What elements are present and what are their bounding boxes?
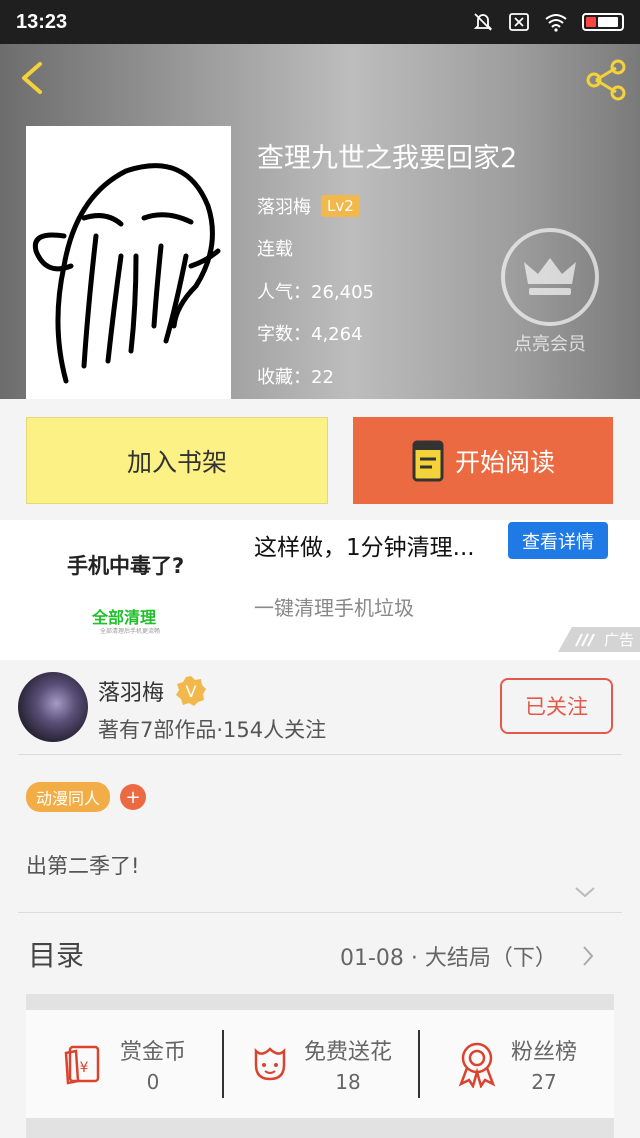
no-sim-icon [509, 13, 529, 31]
stat-label: 粉丝榜 [510, 1040, 577, 1065]
start-reading-label: 开始阅读 [454, 447, 555, 477]
author-card-name-row: 落羽梅 V [98, 674, 208, 708]
synopsis: 出第二季了! [26, 854, 140, 878]
action-bar: 加入书架 开始阅读 [0, 399, 640, 520]
book-header: 查理九世之我要回家2 落羽梅 Lv2 连载 人气：26,405 字数：4,264… [0, 44, 640, 399]
ad-thumb-tiny: 全部清理后手机更流畅 [100, 628, 161, 635]
svg-text:V: V [186, 682, 197, 701]
tag-pill[interactable]: 动漫同人 [26, 782, 111, 812]
medal-icon [458, 1042, 496, 1088]
level-badge: Lv2 [321, 195, 360, 217]
ad-thumb-title: 手机中毒了? [67, 554, 185, 578]
author-name[interactable]: 落羽梅 [257, 193, 311, 219]
author-stats: 著有7部作品·154人关注 [98, 718, 327, 742]
divider [18, 754, 622, 755]
wifi-icon [545, 14, 567, 32]
ad-title: 这样做，1分钟清理... [254, 535, 475, 561]
avatar[interactable] [18, 672, 88, 742]
stats-bar: ¥ 赏金币 0 免费送花 18 粉丝榜 27 [26, 1010, 614, 1118]
author-card-name: 落羽梅 [98, 681, 165, 706]
add-to-shelf-button[interactable]: 加入书架 [26, 417, 328, 504]
battery-icon [582, 13, 624, 31]
stat-value: 27 [531, 1070, 557, 1094]
status-icons [472, 11, 624, 33]
stat-value: 0 [146, 1070, 160, 1094]
toc-title: 目录 [28, 939, 85, 972]
book-cover[interactable] [26, 126, 231, 399]
share-icon[interactable] [582, 56, 630, 104]
word-count: 字数：4,264 [257, 324, 363, 345]
ad-tag: 广告 [558, 627, 640, 652]
mute-bell-icon [473, 13, 493, 31]
svg-text:¥: ¥ [80, 1060, 89, 1076]
serial-status: 连载 [257, 239, 293, 260]
add-tag-button[interactable]: + [120, 784, 147, 810]
author-row: 落羽梅 Lv2 [257, 193, 517, 219]
book-title: 查理九世之我要回家2 [257, 143, 518, 174]
stat-label: 免费送花 [303, 1040, 392, 1065]
stat-flowers[interactable]: 免费送花 18 [222, 1010, 418, 1118]
stat-fans[interactable]: 粉丝榜 27 [418, 1010, 614, 1118]
ad-stripes-icon [575, 633, 595, 646]
ad-tag-label: 广告 [603, 631, 634, 649]
chevron-right-icon [583, 946, 594, 966]
ad-banner[interactable]: 手机中毒了? 全部清理 全部清理后手机更流畅 这样做，1分钟清理... 查看详情… [0, 520, 640, 660]
verified-badge-icon: V [176, 676, 207, 706]
table-of-contents[interactable]: 目录 01-08 · 大结局（下） [0, 914, 640, 994]
status-time: 13:23 [16, 10, 68, 33]
status-bar: 13:23 [0, 0, 640, 44]
vip-badge[interactable]: 点亮会员 [500, 228, 600, 356]
stat-label: 赏金币 [119, 1040, 186, 1065]
book-icon [412, 440, 444, 481]
follow-button[interactable]: 已关注 [500, 678, 613, 734]
favorites: 收藏：22 [257, 366, 334, 388]
ad-description: 一键清理手机垃圾 [254, 596, 414, 620]
tag-row: 动漫同人 + [26, 782, 147, 812]
book-info: 查理九世之我要回家2 落羽梅 Lv2 连载 人气：26,405 字数：4,264… [257, 136, 517, 405]
chevron-down-icon[interactable] [574, 884, 596, 900]
stat-value: 18 [335, 1070, 361, 1094]
divider [18, 912, 622, 913]
ad-thumb-subtitle: 全部清理 [92, 608, 157, 627]
popularity: 人气：26,405 [257, 281, 374, 303]
section-separator [26, 994, 614, 1010]
ad-details-button[interactable]: 查看详情 [508, 522, 608, 559]
section-separator [26, 1118, 614, 1138]
flower-icon [254, 1047, 286, 1081]
latest-chapter[interactable]: 01-08 · 大结局（下） [340, 940, 557, 972]
author-card[interactable]: 落羽梅 V 著有7部作品·154人关注 已关注 [0, 660, 640, 755]
stat-reward[interactable]: ¥ 赏金币 0 [26, 1010, 222, 1118]
red-envelope-icon: ¥ [64, 1045, 100, 1085]
back-icon[interactable] [14, 58, 54, 98]
start-reading-button[interactable]: 开始阅读 [353, 417, 613, 504]
crown-icon [524, 258, 576, 295]
vip-label: 点亮会员 [514, 334, 586, 355]
